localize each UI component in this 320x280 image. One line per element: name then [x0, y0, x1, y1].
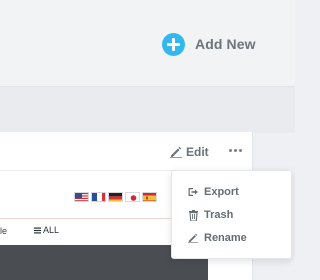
us-flag-icon[interactable] [74, 192, 89, 202]
edit-label: Edit [186, 145, 209, 159]
menu-item-label: Trash [204, 209, 234, 221]
fr-flag-icon[interactable] [91, 192, 106, 202]
pencil-icon [170, 146, 182, 158]
top-header: Add New [0, 0, 295, 86]
menu-item-label: Export [204, 186, 239, 198]
card-toolbar: Edit [0, 132, 252, 171]
de-flag-icon[interactable] [108, 192, 123, 202]
menu-item-label: Rename [204, 232, 247, 244]
trash-icon [188, 209, 198, 221]
add-new-label: Add New [195, 36, 256, 52]
add-new-button[interactable]: Add New [162, 32, 256, 56]
filter-left-text[interactable]: le [0, 226, 7, 236]
pencil-icon [188, 232, 198, 244]
plus-circle-icon [162, 32, 185, 56]
all-filter-label: ALL [43, 225, 60, 235]
page: Add New Edit le ALL Export Trash Rename [0, 0, 295, 280]
options-dropdown-menu: Export Trash Rename [171, 170, 292, 259]
all-filter-button[interactable]: ALL [34, 225, 59, 235]
export-icon [188, 186, 198, 198]
edit-button[interactable]: Edit [170, 144, 209, 160]
ellipsis-dot [239, 149, 242, 152]
menu-item-export[interactable]: Export [188, 183, 239, 201]
more-options-button[interactable] [228, 142, 244, 158]
menu-lines-icon [34, 227, 41, 234]
es-flag-icon[interactable] [142, 192, 157, 202]
ellipsis-icon [229, 149, 232, 152]
header-band [0, 86, 295, 133]
jp-flag-icon[interactable] [125, 192, 140, 202]
ellipsis-dot [234, 149, 237, 152]
menu-item-trash[interactable]: Trash [188, 206, 233, 224]
language-flags [74, 192, 157, 202]
menu-item-rename[interactable]: Rename [188, 229, 247, 247]
